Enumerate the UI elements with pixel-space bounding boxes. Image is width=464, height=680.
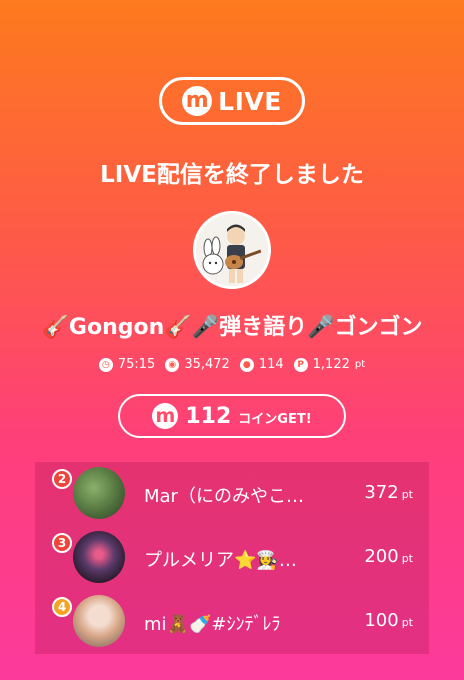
m-logo-icon: m: [182, 86, 213, 116]
viewers-icon: ◉: [165, 357, 180, 372]
points-unit: pt: [354, 359, 366, 370]
comment-icon: ●: [239, 357, 254, 372]
stats-row: ◷ 75:15 ◉ 35,472 ● 114 P 1,122 pt: [0, 357, 464, 372]
avatar: [73, 531, 125, 583]
stream-ended-message: LIVE配信を終了しました: [100, 162, 364, 188]
duration-stat: ◷ 75:15: [98, 357, 156, 372]
points-unit: pt: [401, 616, 413, 629]
list-item[interactable]: 2 Mar（にのみやこ… 372 pt: [35, 464, 429, 524]
timer-icon: ◷: [98, 357, 113, 372]
list-item[interactable]: 3 プルメリア⭐👩‍🍳… 200 pt: [35, 528, 429, 588]
points-number: 200: [364, 546, 399, 567]
rank-badge: 4: [52, 597, 72, 617]
points-number: 372: [364, 482, 399, 503]
points-stat: P 1,122 pt: [293, 357, 366, 372]
user-name: プルメリア⭐👩‍🍳…: [144, 550, 297, 571]
rank-badge: 3: [52, 533, 72, 553]
rank-badge: 2: [52, 469, 72, 489]
comments-stat: ● 114: [239, 357, 284, 372]
user-points: 200 pt: [364, 546, 413, 567]
points-value: 1,122: [312, 357, 350, 372]
live-label: LIVE: [218, 86, 282, 116]
coins-amount: 112: [185, 403, 232, 429]
points-unit: pt: [401, 552, 413, 565]
list-item[interactable]: 4 mi🧸🍼#ｼﾝﾃﾞﾚﾗ 100 pt: [35, 592, 429, 652]
viewers-value: 35,472: [184, 357, 230, 372]
points-unit: pt: [401, 488, 413, 501]
user-name: Mar（にのみやこ…: [144, 486, 304, 507]
coins-label: コインGET!: [238, 412, 312, 427]
avatar: [73, 595, 125, 647]
live-badge: m LIVE: [159, 77, 305, 125]
points-icon: P: [293, 357, 308, 372]
user-points: 372 pt: [364, 482, 413, 503]
viewers-stat: ◉ 35,472: [165, 357, 230, 372]
avatar: [73, 467, 125, 519]
duration-value: 75:15: [117, 357, 156, 372]
broadcaster-avatar[interactable]: [193, 211, 271, 289]
gifter-ranking-list: 2 Mar（にのみやこ… 372 pt 3 プルメリア⭐👩‍🍳… 200 pt 4 …: [35, 462, 429, 654]
m-coin-icon: m: [152, 403, 179, 429]
comments-value: 114: [258, 357, 284, 372]
stream-title: 🎸Gongon🎸🎤弾き語り🎤ゴンゴン: [41, 315, 423, 340]
guitar-player-illustration: [196, 214, 268, 286]
points-number: 100: [364, 610, 399, 631]
user-name: mi🧸🍼#ｼﾝﾃﾞﾚﾗ: [144, 614, 281, 635]
coins-earned-pill: m 112 コインGET!: [118, 394, 346, 438]
user-points: 100 pt: [364, 610, 413, 631]
